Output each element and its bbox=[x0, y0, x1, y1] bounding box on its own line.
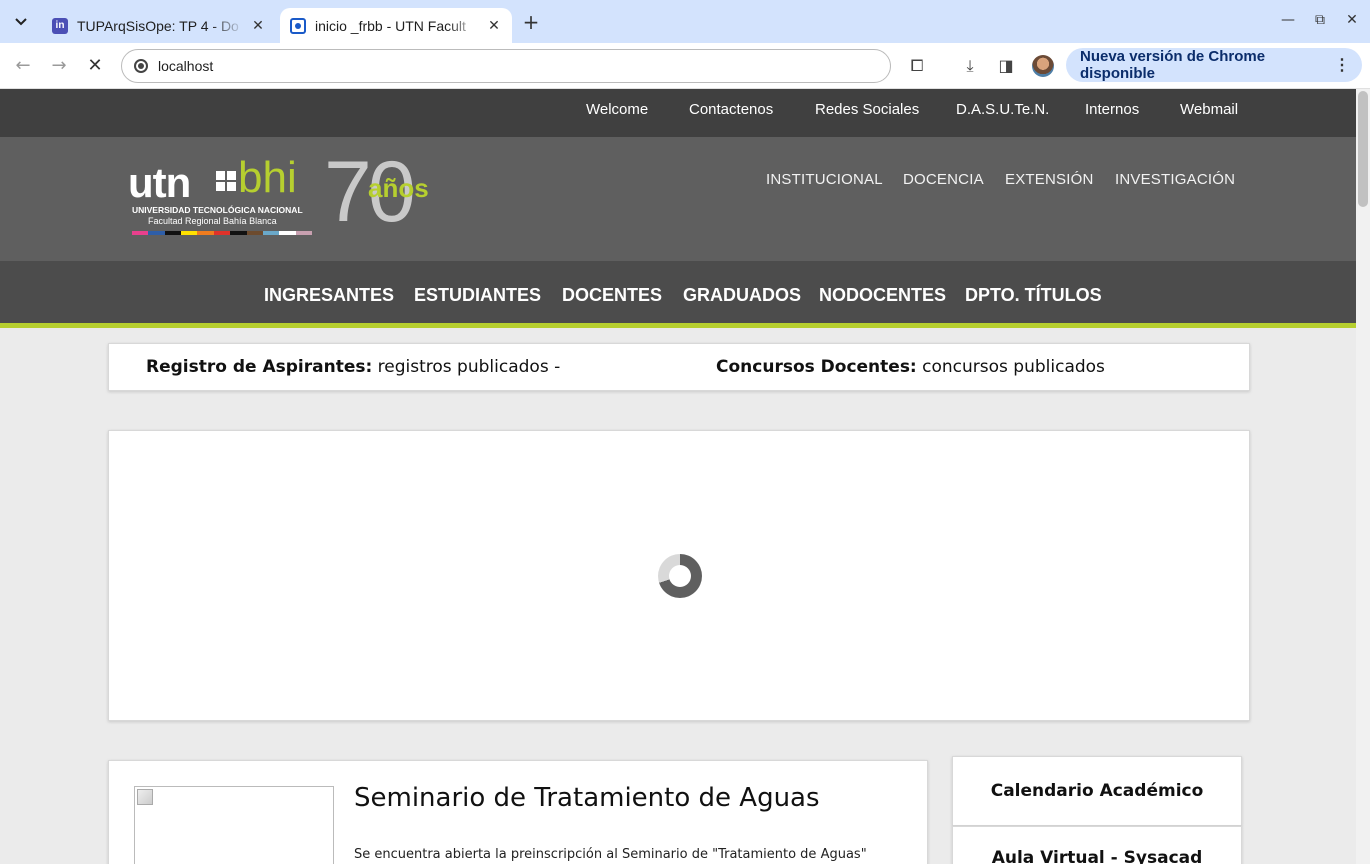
ticker-text: concursos publicados bbox=[916, 357, 1105, 377]
tab-search-button[interactable] bbox=[8, 9, 34, 35]
minimize-icon[interactable]: — bbox=[1278, 12, 1298, 28]
link-welcome[interactable]: Welcome bbox=[586, 89, 648, 137]
site-header: utn bhi UNIVERSIDAD TECNOLÓGICA NACIONAL… bbox=[0, 137, 1356, 261]
forward-icon[interactable]: → bbox=[48, 55, 70, 77]
page-viewport: Welcome Contactenos Redes Sociales D.A.S… bbox=[0, 89, 1356, 864]
restore-icon[interactable]: ⧉ bbox=[1310, 12, 1330, 28]
tab-tupargsisope[interactable]: in TUPArqSisOpe: TP 4 - Do ✕ bbox=[42, 8, 276, 43]
nav-graduados[interactable]: GRADUADOS bbox=[683, 285, 801, 306]
news-title[interactable]: Seminario de Tratamiento de Aguas bbox=[354, 783, 820, 813]
close-icon[interactable]: ✕ bbox=[250, 17, 266, 34]
nav-estudiantes[interactable]: ESTUDIANTES bbox=[414, 285, 541, 306]
download-icon[interactable]: ⤓ bbox=[958, 54, 982, 78]
logo-utn-text: utn bbox=[128, 159, 191, 206]
update-label: Nueva versión de Chrome disponible bbox=[1080, 48, 1266, 82]
link-internos[interactable]: Internos bbox=[1085, 89, 1139, 137]
link-extension[interactable]: EXTENSIÓN bbox=[1005, 171, 1093, 188]
utility-bar: Welcome Contactenos Redes Sociales D.A.S… bbox=[0, 89, 1356, 137]
side-panel-icon[interactable]: ◨ bbox=[994, 54, 1018, 78]
ticker-label: Concursos Docentes: bbox=[716, 357, 917, 377]
close-window-icon[interactable]: ✕ bbox=[1342, 12, 1362, 28]
logo-color-stripe bbox=[132, 231, 312, 235]
link-redes-sociales[interactable]: Redes Sociales bbox=[815, 89, 919, 137]
news-image[interactable] bbox=[134, 786, 334, 864]
tab-title: TUPArqSisOpe: TP 4 - Do bbox=[77, 17, 239, 34]
nav-ingresantes[interactable]: INGRESANTES bbox=[264, 285, 394, 306]
main-nav: INGRESANTES ESTUDIANTES DOCENTES GRADUAD… bbox=[0, 261, 1356, 328]
logo-bhi-text: bhi bbox=[238, 153, 297, 202]
in-logo-icon: in bbox=[52, 17, 68, 34]
utn-emblem-icon bbox=[216, 171, 236, 191]
utn-bhi-70-logo[interactable]: utn bhi UNIVERSIDAD TECNOLÓGICA NACIONAL… bbox=[128, 144, 458, 247]
link-investigacion[interactable]: INVESTIGACIÓN bbox=[1115, 171, 1235, 188]
nav-docentes[interactable]: DOCENTES bbox=[562, 285, 662, 306]
nav-nodocentes[interactable]: NODOCENTES bbox=[819, 285, 946, 306]
image-slider[interactable] bbox=[108, 430, 1250, 721]
page-scrollbar[interactable] bbox=[1356, 89, 1370, 864]
back-icon[interactable]: ← bbox=[12, 55, 34, 77]
news-card: Seminario de Tratamiento de Aguas Se enc… bbox=[108, 760, 928, 864]
ticker-item-registro[interactable]: Registro de Aspirantes: registros public… bbox=[146, 357, 560, 377]
nav-dpto-titulos[interactable]: DPTO. TÍTULOS bbox=[965, 285, 1102, 306]
link-institucional[interactable]: INSTITUCIONAL bbox=[766, 171, 883, 188]
new-tab-button[interactable]: + bbox=[520, 12, 542, 34]
news-ticker: Registro de Aspirantes: registros public… bbox=[108, 343, 1250, 391]
tab-title: inicio _frbb - UTN Facult bbox=[315, 17, 466, 34]
logo-faculty-text: Facultad Regional Bahía Blanca bbox=[148, 216, 277, 226]
close-icon[interactable]: ✕ bbox=[486, 17, 502, 34]
address-bar[interactable] bbox=[121, 49, 891, 83]
scrollbar-thumb[interactable] bbox=[1358, 91, 1368, 207]
site-info-icon[interactable] bbox=[134, 59, 148, 73]
sidebar-link-calendario[interactable]: Calendario Académico bbox=[952, 756, 1242, 826]
profile-avatar[interactable] bbox=[1032, 55, 1054, 77]
extensions-icon[interactable]: ⧠ bbox=[905, 54, 929, 78]
ticker-text: registros publicados - bbox=[372, 357, 561, 377]
address-input[interactable] bbox=[158, 58, 838, 74]
link-docencia[interactable]: DOCENCIA bbox=[903, 171, 984, 188]
news-excerpt: Se encuentra abierta la preinscripción a… bbox=[354, 847, 867, 862]
more-menu-icon[interactable]: ⋮ bbox=[1334, 55, 1350, 75]
chevron-down-icon bbox=[15, 18, 27, 26]
link-contactenos[interactable]: Contactenos bbox=[689, 89, 773, 137]
stop-loading-icon[interactable]: ✕ bbox=[84, 55, 106, 77]
utn-globe-icon bbox=[290, 17, 306, 34]
sidebar-link-aula-virtual[interactable]: Aula Virtual - Sysacad bbox=[952, 826, 1242, 864]
logo-university-text: UNIVERSIDAD TECNOLÓGICA NACIONAL bbox=[132, 205, 303, 215]
tab-inicio-frbb[interactable]: inicio _frbb - UTN Facult ✕ bbox=[280, 8, 512, 43]
tab-strip: in TUPArqSisOpe: TP 4 - Do ✕ inicio _frb… bbox=[0, 0, 1370, 43]
ticker-item-concursos[interactable]: Concursos Docentes: concursos publicados bbox=[716, 357, 1105, 377]
loading-spinner-icon bbox=[658, 554, 702, 598]
link-dasuten[interactable]: D.A.S.U.Te.N. bbox=[956, 89, 1049, 137]
link-webmail[interactable]: Webmail bbox=[1180, 89, 1238, 137]
chrome-update-button[interactable]: Nueva versión de Chrome disponible ⋮ bbox=[1066, 48, 1362, 82]
browser-toolbar: ← → ✕ ⧠ ⤓ ◨ Nueva versión de Chrome disp… bbox=[0, 43, 1370, 89]
ticker-label: Registro de Aspirantes: bbox=[146, 357, 373, 377]
logo-anos-text: años bbox=[368, 173, 429, 203]
